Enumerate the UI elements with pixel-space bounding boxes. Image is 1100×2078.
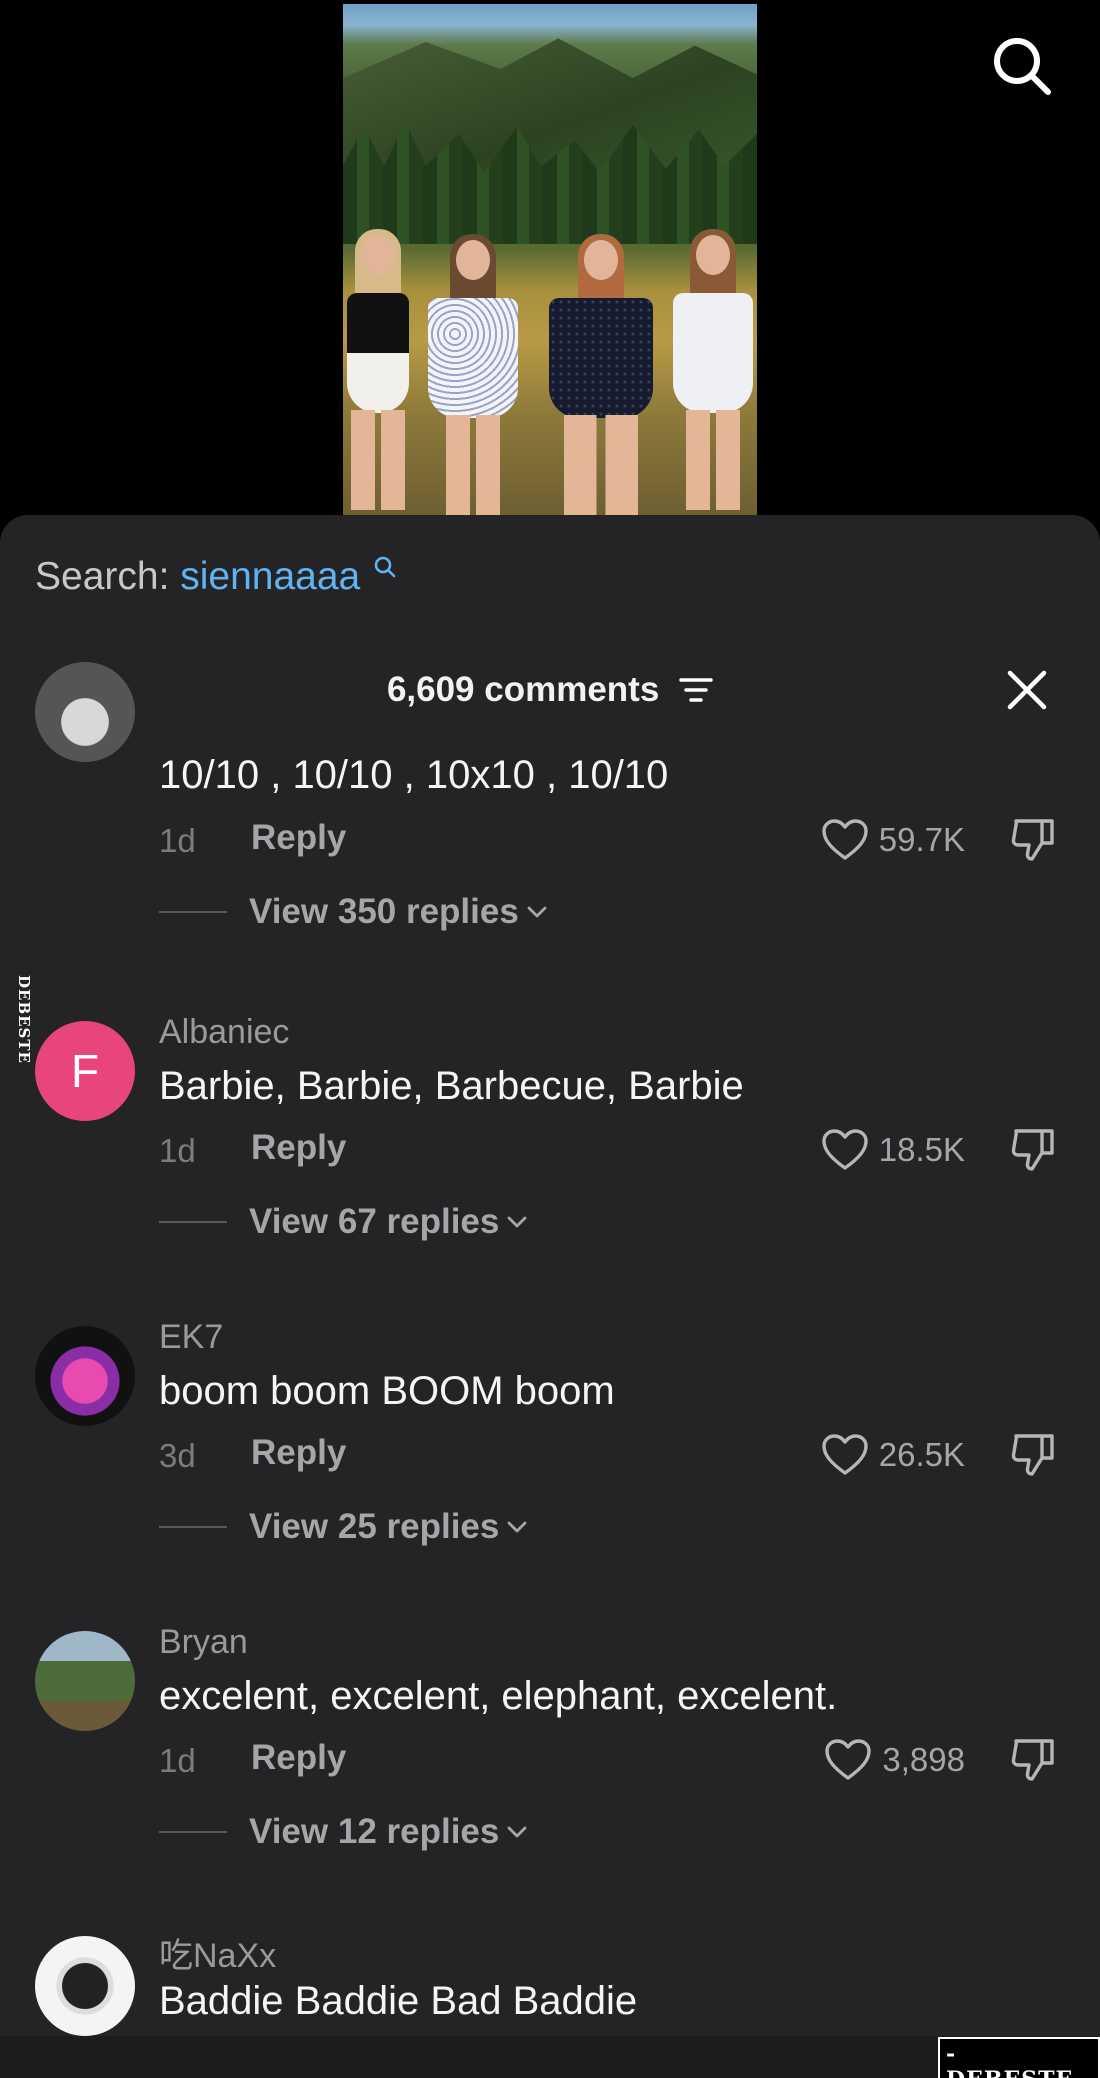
view-replies-label: View 12 replies	[249, 1812, 500, 1851]
chevron-down-icon	[527, 906, 547, 918]
like-count: 18.5K	[878, 1131, 965, 1168]
dislike-icon[interactable]	[1008, 815, 1058, 865]
search-label: Search:	[35, 555, 170, 598]
chevron-down-icon	[507, 1521, 527, 1533]
chevron-down-icon	[507, 1826, 527, 1838]
comment-age: 3d	[159, 1437, 196, 1474]
reply-button[interactable]: Reply	[251, 1128, 346, 1168]
view-replies-label: View 25 replies	[249, 1507, 500, 1546]
dislike-icon[interactable]	[1008, 1430, 1058, 1480]
search-suggestion[interactable]: Search: siennaaaa	[35, 555, 397, 599]
reply-button[interactable]: Reply	[251, 818, 346, 858]
comment-username[interactable]: 吃NaXx	[159, 1928, 276, 1977]
like-button[interactable]: 26.5K	[821, 1430, 965, 1480]
like-count: 59.7K	[878, 821, 965, 858]
search-icon[interactable]	[990, 34, 1054, 98]
comment-username[interactable]: Bryan	[159, 1623, 248, 1662]
view-replies-button[interactable]: View 12 replies	[159, 1812, 529, 1852]
avatar[interactable]	[35, 1936, 135, 2036]
view-replies-label: View 350 replies	[249, 892, 519, 931]
comment-username[interactable]: EK7	[159, 1318, 223, 1357]
comment-text: 10/10 , 10/10 , 10x10 , 10/10	[159, 753, 669, 797]
view-replies-button[interactable]: View 350 replies	[159, 892, 549, 932]
video-thumbnail[interactable]	[343, 4, 757, 515]
search-icon	[374, 556, 396, 578]
comment-text: boom boom BOOM boom	[159, 1369, 615, 1413]
comment-age: 1d	[159, 1742, 196, 1779]
person-figure	[345, 229, 411, 515]
avatar[interactable]	[35, 1631, 135, 1731]
heart-icon	[822, 1434, 868, 1475]
avatar[interactable]	[35, 662, 135, 762]
heart-icon	[825, 1739, 872, 1780]
heart-icon	[822, 819, 868, 860]
comment-item: EK7 boom boom BOOM boom 3d Reply 26.5K V…	[0, 1312, 1100, 1617]
avatar-letter: F	[70, 1045, 100, 1097]
view-replies-label: View 67 replies	[249, 1202, 500, 1241]
watermark-bottom: -DEBESTE-	[938, 2037, 1100, 2078]
bottom-bar	[0, 2036, 1100, 2078]
avatar[interactable]	[35, 1326, 135, 1426]
avatar[interactable]: F	[35, 1021, 135, 1121]
search-term-link[interactable]: siennaaaa	[180, 555, 360, 598]
comments-sheet: Search: siennaaaa 6,609 comments 10/10 ,…	[0, 515, 1100, 2078]
reply-button[interactable]: Reply	[251, 1433, 346, 1473]
comment-item: Bryan excelent, excelent, elephant, exce…	[0, 1617, 1100, 1922]
reply-button[interactable]: Reply	[251, 1738, 346, 1778]
comment-age: 1d	[159, 822, 196, 859]
view-replies-button[interactable]: View 67 replies	[159, 1202, 529, 1242]
close-icon[interactable]	[1004, 667, 1050, 713]
comment-item: 10/10 , 10/10 , 10x10 , 10/10 1d Reply 5…	[0, 662, 1100, 1017]
like-button[interactable]: 3,898	[824, 1735, 965, 1785]
like-count: 3,898	[882, 1741, 965, 1778]
comment-item: F Albaniec Barbie, Barbie, Barbecue, Bar…	[0, 1007, 1100, 1312]
person-figure	[669, 229, 757, 515]
like-button[interactable]: 18.5K	[821, 1125, 965, 1175]
watermark-side: DEBESTE	[15, 975, 33, 1064]
like-count: 26.5K	[878, 1436, 965, 1473]
comment-text: Baddie Baddie Bad Baddie	[159, 1979, 638, 2023]
person-figure	[543, 234, 659, 515]
comment-text: excelent, excelent, elephant, excelent.	[159, 1674, 838, 1718]
chevron-down-icon	[507, 1216, 527, 1228]
comment-text: Barbie, Barbie, Barbecue, Barbie	[159, 1064, 744, 1108]
view-replies-button[interactable]: View 25 replies	[159, 1507, 529, 1547]
comments-header: 6,609 comments	[0, 668, 1100, 710]
dislike-icon[interactable]	[1008, 1735, 1058, 1785]
dislike-icon[interactable]	[1008, 1125, 1058, 1175]
comment-count: 6,609 comments	[386, 669, 660, 709]
filter-icon[interactable]	[679, 675, 713, 705]
heart-icon	[822, 1129, 868, 1170]
video-player[interactable]	[0, 0, 1100, 515]
comment-age: 1d	[159, 1132, 196, 1169]
comment-username[interactable]: Albaniec	[159, 1013, 289, 1052]
person-figure	[423, 234, 523, 515]
like-button[interactable]: 59.7K	[821, 815, 965, 865]
